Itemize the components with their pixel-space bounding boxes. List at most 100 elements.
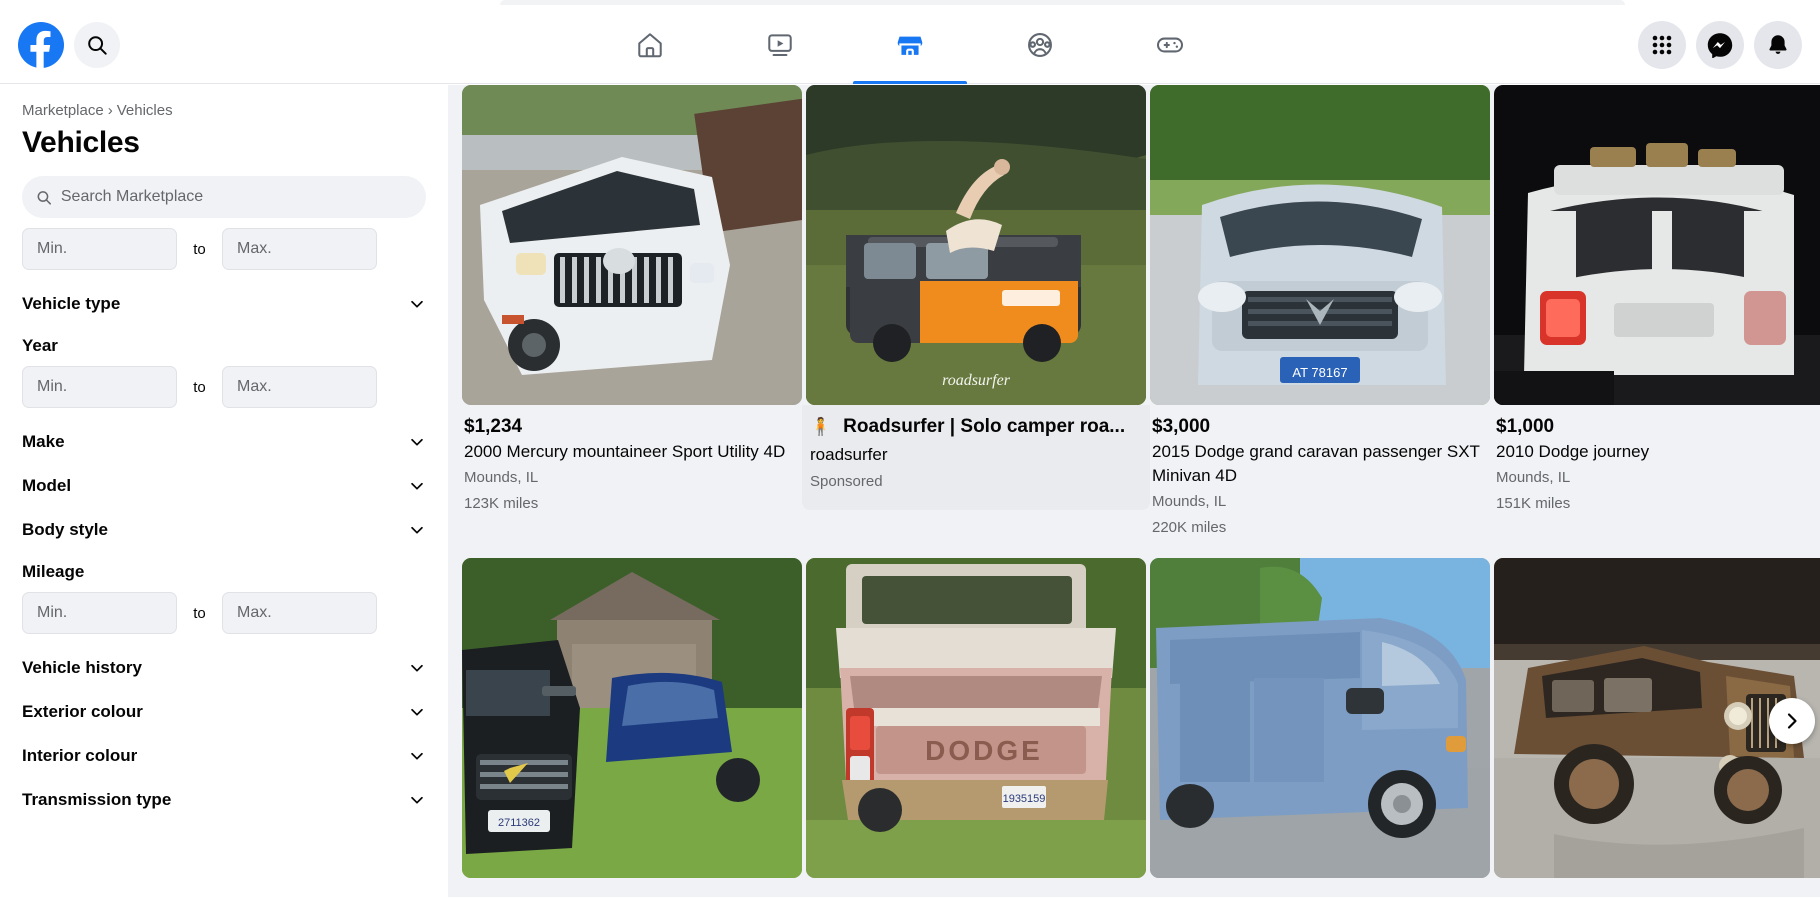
- filter-transmission-type[interactable]: Transmission type: [22, 790, 426, 810]
- mileage-min-input[interactable]: [22, 592, 177, 634]
- sponsored-title-row: 🧍 Roadsurfer | Solo camper roa...: [810, 414, 1142, 440]
- license-plate-text: AT 78167: [1292, 365, 1347, 380]
- chevron-down-icon: [411, 664, 423, 672]
- photo-watermark: roadsurfer: [942, 372, 1011, 389]
- listing-mileage: 151K miles: [1496, 495, 1571, 512]
- white-suv-rear-night-photo: [1494, 85, 1820, 405]
- listing-title: 2015 Dodge grand caravan passenger SXT M…: [1152, 442, 1480, 485]
- listing-location: Mounds, IL: [1152, 493, 1227, 510]
- filter-label: Vehicle type: [22, 294, 121, 313]
- chevron-right-icon: [1787, 713, 1797, 729]
- sponsored-brand: roadsurfer: [810, 445, 888, 464]
- filter-label: Body style: [22, 520, 108, 539]
- price-max-input[interactable]: [222, 228, 377, 270]
- listing-photo[interactable]: 2711362: [462, 558, 802, 878]
- nav-tab-home[interactable]: [585, 6, 715, 84]
- filter-label: Transmission type: [22, 790, 172, 809]
- marketplace-icon: [897, 36, 923, 57]
- mileage-range-to-label: to: [193, 604, 206, 622]
- sponsored-details: 🧍 Roadsurfer | Solo camper roa... roadsu…: [802, 405, 1150, 510]
- listing-card[interactable]: AT 78167 $3,000 2015 Dodge grand caravan…: [1150, 85, 1490, 540]
- listings-grid-row-1: $1,234 2000 Mercury mountaineer Sport Ut…: [462, 85, 1820, 540]
- listing-card[interactable]: [1150, 558, 1490, 878]
- search-icon: [88, 36, 107, 55]
- listing-photo[interactable]: AT 78167: [1150, 85, 1490, 405]
- listing-card[interactable]: $1,000 2010 Dodge journey Mounds, IL 151…: [1494, 85, 1820, 540]
- person-standing-icon: 🧍: [810, 417, 832, 436]
- primary-nav-tabs: [585, 6, 1235, 84]
- nav-tab-marketplace[interactable]: [845, 6, 975, 84]
- bell-icon: [1769, 35, 1787, 54]
- nav-tab-gaming[interactable]: [1105, 6, 1235, 84]
- filter-body-style[interactable]: Body style: [22, 520, 426, 540]
- menu-button[interactable]: [1638, 21, 1686, 69]
- chevron-down-icon: [411, 438, 423, 446]
- filter-label-mileage: Mileage: [22, 562, 85, 581]
- video-icon: [768, 34, 792, 56]
- carousel-next-button[interactable]: [1769, 698, 1815, 744]
- facebook-logo-icon[interactable]: [18, 22, 64, 68]
- search-input[interactable]: [60, 188, 412, 206]
- nav-tab-video[interactable]: [715, 6, 845, 84]
- white-suv-photo: [462, 85, 802, 405]
- gaming-icon: [1156, 37, 1184, 53]
- listing-title: 2010 Dodge journey: [1496, 442, 1650, 461]
- listing-location: Mounds, IL: [464, 469, 539, 486]
- marketplace-search[interactable]: [22, 176, 426, 218]
- groups-icon: [1028, 33, 1052, 57]
- listings-grid-row-2: 2711362 DODGE 1935159: [462, 558, 1820, 878]
- price-range-to-label: to: [193, 240, 206, 258]
- topbar-right-group: [1638, 6, 1802, 84]
- mileage-max-input[interactable]: [222, 592, 377, 634]
- listing-photo[interactable]: [1494, 85, 1820, 405]
- nav-tab-groups[interactable]: [975, 6, 1105, 84]
- year-range-to-label: to: [193, 378, 206, 396]
- sponsored-listing-card[interactable]: roadsurfer 🧍 Roadsurfer | Solo camper ro…: [802, 85, 1150, 540]
- dodge-pickup-rear-photo: DODGE 1935159: [806, 558, 1146, 878]
- year-max-input[interactable]: [222, 366, 377, 408]
- filter-make[interactable]: Make: [22, 432, 426, 452]
- breadcrumb: Marketplace › Vehicles: [22, 85, 426, 121]
- listing-card[interactable]: 2711362: [462, 558, 802, 878]
- messenger-icon: [1707, 33, 1733, 58]
- listing-price: $1,234: [464, 416, 523, 437]
- home-icon: [638, 33, 662, 58]
- chevron-down-icon: [411, 796, 423, 804]
- messenger-button[interactable]: [1696, 21, 1744, 69]
- listing-photo[interactable]: [462, 85, 802, 405]
- page-title: Vehicles: [22, 126, 140, 159]
- listing-card[interactable]: $1,234 2000 Mercury mountaineer Sport Ut…: [462, 85, 802, 540]
- listing-photo[interactable]: [1150, 558, 1490, 878]
- chevron-down-icon: [411, 752, 423, 760]
- filter-label: Exterior colour: [22, 702, 143, 721]
- filter-interior-colour[interactable]: Interior colour: [22, 746, 426, 766]
- breadcrumb-vehicles[interactable]: Vehicles: [117, 102, 173, 119]
- search-button[interactable]: [74, 22, 120, 68]
- filter-vehicle-history[interactable]: Vehicle history: [22, 658, 426, 678]
- notifications-button[interactable]: [1754, 21, 1802, 69]
- grid-menu-icon: [1652, 35, 1672, 55]
- topbar-left-group: [18, 6, 120, 84]
- breadcrumb-marketplace[interactable]: Marketplace: [22, 102, 104, 119]
- listing-card[interactable]: DODGE 1935159: [806, 558, 1146, 878]
- browser-tabstrip[interactable]: [500, 0, 1625, 5]
- listing-photo[interactable]: DODGE 1935159: [806, 558, 1146, 878]
- filter-vehicle-type[interactable]: Vehicle type: [22, 294, 426, 314]
- silver-minivan-photo: AT 78167: [1150, 85, 1490, 405]
- listing-details: $1,000 2010 Dodge journey Mounds, IL 151…: [1494, 405, 1820, 516]
- listing-details: $1,234 2000 Mercury mountaineer Sport Ut…: [462, 405, 802, 516]
- filter-label: Vehicle history: [22, 658, 142, 677]
- search-icon: [37, 190, 51, 205]
- sponsored-photo[interactable]: roadsurfer: [806, 85, 1146, 405]
- blue-cargo-van-photo: [1150, 558, 1490, 878]
- listing-price: $1,000: [1496, 416, 1555, 437]
- license-plate-text: 1935159: [1003, 793, 1046, 805]
- price-min-input[interactable]: [22, 228, 177, 270]
- chevron-down-icon: [411, 708, 423, 716]
- sponsored-label: Sponsored: [810, 473, 883, 490]
- sponsored-title: Roadsurfer | Solo camper roa...: [843, 416, 1126, 437]
- year-min-input[interactable]: [22, 366, 177, 408]
- mileage-range-row: to: [22, 592, 426, 634]
- filter-model[interactable]: Model: [22, 476, 426, 496]
- filter-exterior-colour[interactable]: Exterior colour: [22, 702, 426, 722]
